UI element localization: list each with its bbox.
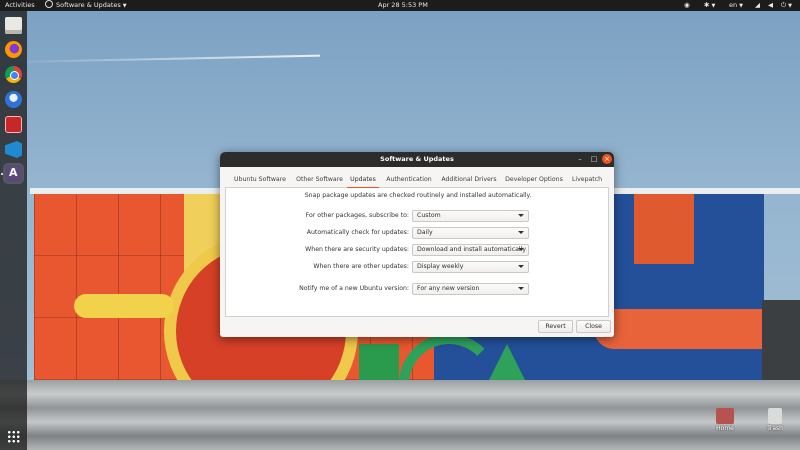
subscribe-value: Custom <box>417 212 441 219</box>
vscode-icon[interactable] <box>5 141 22 158</box>
firefox-icon[interactable] <box>5 41 22 58</box>
minimize-icon[interactable]: – <box>575 154 585 164</box>
dialog-title: Software & Updates <box>380 155 454 163</box>
running-indicator <box>1 173 3 175</box>
subscribe-dropdown[interactable]: Custom <box>412 210 529 222</box>
railing-foreground <box>0 380 800 450</box>
caret-down-icon: ▼ <box>788 3 793 9</box>
software-updater-icon[interactable] <box>5 165 22 182</box>
clock[interactable]: Apr 28 5:53 PM <box>378 0 428 11</box>
top-bar: Activities Software & Updates ▼ Apr 28 5:… <box>0 0 800 11</box>
accessibility-icon[interactable]: ◉ <box>684 0 690 11</box>
tab-authentication[interactable]: Authentication <box>383 172 435 187</box>
updates-panel: Snap package updates are checked routine… <box>225 188 609 317</box>
tab-other-software[interactable]: Other Software <box>291 172 348 187</box>
tab-developer-options[interactable]: Developer Options <box>504 172 564 187</box>
notify-version-label: Notify me of a new Ubuntu version: <box>299 285 409 292</box>
security-updates-value: Download and install automatically <box>417 246 527 253</box>
tab-additional-drivers[interactable]: Additional Drivers <box>439 172 499 187</box>
files-icon[interactable] <box>5 17 22 34</box>
snap-info-text: Snap package updates are checked routine… <box>304 192 532 199</box>
input-language[interactable]: en ▼ <box>729 0 743 11</box>
input-language-label: en <box>729 1 738 9</box>
wifi-icon[interactable]: ◢ <box>755 0 760 11</box>
home-folder-icon <box>716 408 734 424</box>
show-apps-icon[interactable] <box>7 430 20 443</box>
notify-version-dropdown[interactable]: For any new version <box>412 283 529 295</box>
activities-button[interactable]: Activities <box>5 0 35 11</box>
dropdown-arrow-icon <box>518 248 524 251</box>
tab-updates[interactable]: Updates <box>347 172 379 189</box>
tab-livepatch[interactable]: Livepatch <box>568 172 606 187</box>
dropdown-arrow-icon <box>518 287 524 290</box>
subscribe-label: For other packages, subscribe to: <box>305 212 409 219</box>
desktop-trash-label: Trash <box>767 425 783 432</box>
dropdown-arrow-icon <box>518 265 524 268</box>
caret-down-icon: ▼ <box>711 3 716 9</box>
other-updates-dropdown[interactable]: Display weekly <box>412 261 529 273</box>
dock <box>0 11 27 450</box>
security-updates-dropdown[interactable]: Download and install automatically <box>412 244 529 256</box>
trash-icon <box>768 408 782 424</box>
revert-button[interactable]: Revert <box>538 320 573 333</box>
desktop-home-item[interactable]: Home <box>710 408 740 432</box>
sky-contrail <box>0 54 320 64</box>
close-button[interactable]: Close <box>576 320 611 333</box>
dialog-titlebar[interactable]: Software & Updates – □ × <box>220 152 614 167</box>
check-updates-value: Daily <box>417 229 433 236</box>
chrome-icon[interactable] <box>5 66 22 83</box>
check-updates-label: Automatically check for updates: <box>306 229 409 236</box>
bluetooth-icon[interactable]: ✱ ▼ <box>704 0 715 11</box>
desktop-trash-item[interactable]: Trash <box>760 408 790 432</box>
tab-bar: Ubuntu Software Other Software Updates A… <box>225 172 609 189</box>
desktop-home-label: Home <box>716 425 734 432</box>
power-icon[interactable]: ⏻ ▼ <box>781 0 792 11</box>
software-updates-dialog: Software & Updates – □ × Ubuntu Software… <box>220 152 614 337</box>
tab-ubuntu-software[interactable]: Ubuntu Software <box>230 172 290 187</box>
volume-icon[interactable]: ◀ <box>768 0 773 11</box>
caret-down-icon: ▼ <box>122 3 127 9</box>
notify-version-value: For any new version <box>417 285 480 292</box>
software-updates-icon <box>45 0 53 8</box>
thunderbird-icon[interactable] <box>5 91 22 108</box>
maximize-icon[interactable]: □ <box>589 154 599 164</box>
dropdown-arrow-icon <box>518 214 524 217</box>
caret-down-icon: ▼ <box>739 3 743 9</box>
security-updates-label: When there are security updates: <box>305 246 409 253</box>
app-menu[interactable]: Software & Updates ▼ <box>45 0 127 11</box>
close-icon[interactable]: × <box>602 154 612 164</box>
red-app-icon[interactable] <box>5 116 22 133</box>
building-structure <box>762 300 800 390</box>
other-updates-label: When there are other updates: <box>313 263 409 270</box>
other-updates-value: Display weekly <box>417 263 464 270</box>
check-updates-dropdown[interactable]: Daily <box>412 227 529 239</box>
app-menu-label: Software & Updates <box>56 1 121 9</box>
dropdown-arrow-icon <box>518 231 524 234</box>
